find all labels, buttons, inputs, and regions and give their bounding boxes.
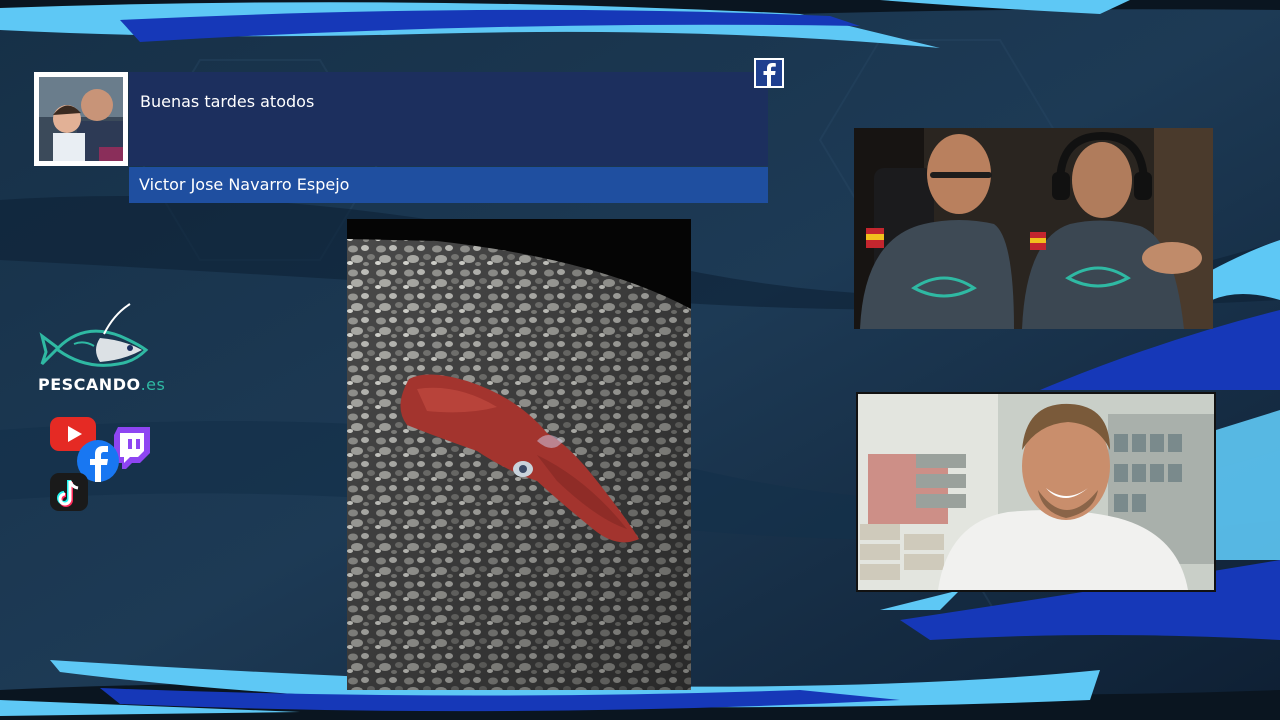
facebook-icon [754,58,784,88]
guest-webcam [856,392,1216,592]
comment-text: Buenas tardes atodos [140,92,315,111]
pescando-logo-text: PESCANDO.es [38,375,165,394]
hosts-webcam [854,128,1213,329]
comment-message-box: Buenas tardes atodos [129,72,768,166]
commenter-avatar [34,72,128,166]
brand-name: PESCANDO [38,375,141,394]
commenter-photo [39,77,123,161]
tiktok-icon [50,473,88,511]
social-icons-cluster [50,417,150,511]
twitch-icon [114,427,150,469]
shared-photo-squid [347,219,691,690]
comment-author: Victor Jose Navarro Espejo [129,167,768,203]
brand-tld: .es [140,375,166,394]
